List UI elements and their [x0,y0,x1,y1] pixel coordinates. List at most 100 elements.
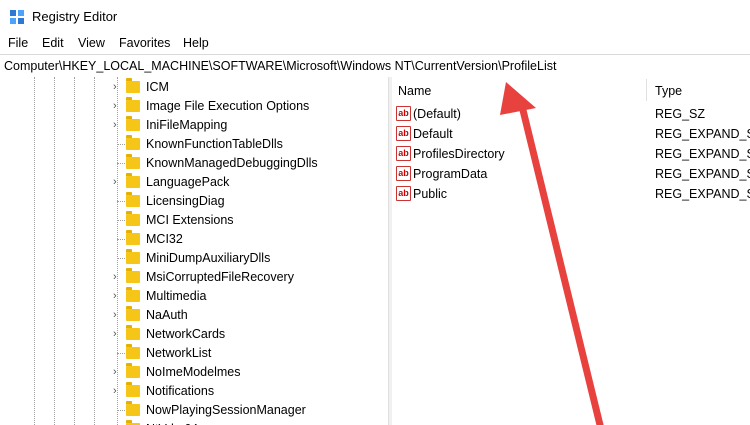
window-title: Registry Editor [32,9,118,24]
value-type: REG_SZ [655,107,706,121]
expand-chevron-icon[interactable]: › [113,100,117,112]
folder-icon [126,325,140,340]
string-value-icon: ab [396,106,411,121]
tree-item-label: NetworkCards [146,327,226,341]
folder-icon [126,344,140,359]
folder-icon [126,97,140,112]
tree-item[interactable]: › Image File Execution Options [0,97,388,116]
tree-item-label: LicensingDiag [146,194,225,208]
tree-item-label: LanguagePack [146,175,230,189]
tree-item-label: MiniDumpAuxiliaryDlls [146,251,271,265]
tree-item[interactable]: › Multimedia [0,287,388,306]
string-value-icon: ab [396,126,411,141]
value-row[interactable]: abProgramData REG_EXPAND_SZ [392,164,750,184]
tree-item[interactable]: MCI32 [0,230,388,249]
menu-bar: File Edit View Favorites Help [0,33,750,53]
column-header-name[interactable]: Name [398,84,431,98]
tree-item[interactable]: › Notifications [0,382,388,401]
tree-item-label: Notifications [146,384,215,398]
tree-item[interactable]: › IniFileMapping [0,116,388,135]
value-name: ProgramData [413,167,488,181]
tree-item[interactable]: MCI Extensions [0,211,388,230]
value-row[interactable]: abDefault REG_EXPAND_SZ [392,124,750,144]
folder-icon [126,192,140,207]
value-row[interactable]: ab (Default) REG_SZ [392,104,750,124]
value-row[interactable]: abPublic REG_EXPAND_SZ [392,184,750,204]
folder-icon [126,363,140,378]
expand-chevron-icon[interactable]: › [113,176,117,188]
menu-edit[interactable]: Edit [42,36,64,50]
menu-favorites[interactable]: Favorites [119,36,170,50]
tree-item-label: Multimedia [146,289,207,303]
expand-chevron-icon[interactable]: › [113,385,117,397]
folder-icon [126,268,140,283]
folder-icon [126,401,140,416]
menu-help[interactable]: Help [183,36,209,50]
value-row[interactable]: abProfilesDirectory REG_EXPAND_SZ [392,144,750,164]
column-header-type[interactable]: Type [655,84,682,98]
tree-item-label: IniFileMapping [146,118,228,132]
tree-connector [117,239,125,240]
string-value-icon: ab [396,166,411,181]
value-name: (Default) [413,107,461,121]
tree-item[interactable]: NowPlayingSessionManager [0,401,388,420]
tree-item[interactable]: KnownManagedDebuggingDlls [0,154,388,173]
tree-item[interactable]: ›NtVdm64 [0,420,388,425]
tree-item[interactable]: › ICM [0,78,388,97]
folder-icon [126,306,140,321]
value-name: Public [413,187,448,201]
tree-item[interactable]: › NoImeModelmes [0,363,388,382]
tree-item-label: MsiCorruptedFileRecovery [146,270,294,284]
folder-icon [126,154,140,169]
tree-item-label: KnownFunctionTableDlls [146,137,283,151]
tree-item-label: KnownManagedDebuggingDlls [146,156,318,170]
tree-item[interactable]: LicensingDiag [0,192,388,211]
string-value-icon: ab [396,186,411,201]
folder-icon [126,382,140,397]
menu-view[interactable]: View [78,36,105,50]
folder-icon [126,230,140,245]
expand-chevron-icon[interactable]: › [113,271,117,283]
value-type: REG_EXPAND_SZ [655,147,750,161]
folder-icon [126,249,140,264]
value-type: REG_EXPAND_SZ [655,187,750,201]
expand-chevron-icon[interactable]: › [113,119,117,131]
column-separator[interactable] [646,79,647,101]
tree-item-label: MCI Extensions [146,213,234,227]
expand-chevron-icon[interactable]: › [113,366,117,378]
value-type: REG_EXPAND_SZ [655,167,750,181]
tree-item[interactable]: › NetworkCards [0,325,388,344]
tree-item[interactable]: › MsiCorruptedFileRecovery [0,268,388,287]
tree-connector [117,201,125,202]
tree-item[interactable]: MiniDumpAuxiliaryDlls [0,249,388,268]
tree-connector [117,220,125,221]
tree-connector [117,163,125,164]
registry-editor-icon [10,10,24,24]
expand-chevron-icon[interactable]: › [113,81,117,93]
folder-icon [126,173,140,188]
expand-chevron-icon[interactable]: › [113,309,117,321]
tree-connector [117,353,125,354]
address-bar[interactable]: Computer\HKEY_LOCAL_MACHINE\SOFTWARE\Mic… [0,54,750,78]
tree-item[interactable]: KnownFunctionTableDlls [0,135,388,154]
values-pane[interactable]: Name Type ab (Default) REG_SZ ab Default REG_… [392,77,750,425]
string-value-icon: ab [396,146,411,161]
title-bar: Registry Editor [0,0,750,33]
value-name: ProfilesDirectory [413,147,505,161]
tree-item-label: NetworkList [146,346,212,360]
tree-item[interactable]: › LanguagePack [0,173,388,192]
menu-file[interactable]: File [8,36,28,50]
expand-chevron-icon[interactable]: › [113,290,117,302]
tree-item-label: Image File Execution Options [146,99,310,113]
folder-icon [126,287,140,302]
folder-icon [126,135,140,150]
tree-item-label: NoImeModelmes [146,365,241,379]
expand-chevron-icon[interactable]: › [113,328,117,340]
tree-item[interactable]: › NaAuth [0,306,388,325]
tree-item[interactable]: NetworkList [0,344,388,363]
tree-item-label: NaAuth [146,308,188,322]
registry-tree[interactable]: › ICM › Image File Execution Options › IniFil… [0,77,388,425]
folder-icon [126,78,140,93]
folder-icon [126,116,140,131]
address-path[interactable]: Computer\HKEY_LOCAL_MACHINE\SOFTWARE\Mic… [4,59,556,73]
